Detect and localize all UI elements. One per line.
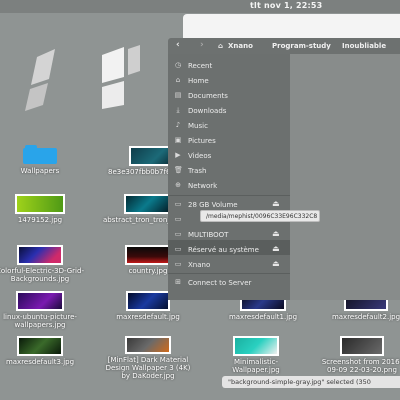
file-manager: ‹ › ⌂ Xnano Program-study Inoubliable ◷ … bbox=[168, 38, 400, 300]
document-icon: ▤ bbox=[174, 91, 182, 99]
server-icon: ⊞ bbox=[175, 278, 181, 286]
file-label: Screenshot from 2016-09-09 22-03-20.png bbox=[321, 358, 400, 374]
file-label: linux-ubuntu-picture-wallpapers.jpg bbox=[3, 313, 77, 329]
path-segment[interactable]: Program-study bbox=[272, 42, 331, 50]
thumbnail bbox=[16, 291, 64, 311]
sidebar-item-music[interactable]: ♪ Music bbox=[168, 118, 290, 133]
path-tooltip: /media/mephist/0096C33E96C332C8 bbox=[200, 210, 320, 222]
file-label: maxresdefault.jpg bbox=[116, 313, 180, 321]
sidebar-item-label: Downloads bbox=[188, 107, 227, 115]
sidebar-item-trash[interactable]: 🗑 Trash bbox=[168, 163, 290, 178]
path-segment[interactable]: Xnano bbox=[228, 42, 253, 50]
back-button[interactable]: ‹ bbox=[176, 40, 180, 50]
sidebar-separator bbox=[168, 273, 290, 274]
file-item[interactable]: maxresdefault3.jpg bbox=[0, 336, 84, 366]
clock[interactable]: tlt nov 1, 22:53 bbox=[250, 1, 322, 10]
sidebar-item-label: Home bbox=[188, 77, 209, 85]
sidebar-item-videos[interactable]: ▶ Videos bbox=[168, 148, 290, 163]
drive-icon: ▭ bbox=[174, 260, 182, 268]
sidebar-item-label: Videos bbox=[188, 152, 212, 160]
sidebar-item-multiboot[interactable]: ▭ MULTIBOOT ⏏ bbox=[168, 227, 290, 242]
sidebar-item-label: Pictures bbox=[188, 137, 216, 145]
file-label: maxresdefault3.jpg bbox=[5, 358, 75, 366]
sidebar-separator bbox=[168, 195, 290, 196]
status-bar: "background-simple-gray.jpg" selected (3… bbox=[222, 376, 400, 388]
eject-icon[interactable]: ⏏ bbox=[272, 244, 280, 253]
sidebar-item-label: 28 GB Volume bbox=[188, 201, 238, 209]
thumbnail bbox=[340, 336, 384, 356]
sidebar-item-downloads[interactable]: ⤓ Downloads bbox=[168, 103, 290, 118]
file-label: Minimalistic-Wallpaper.jpg bbox=[232, 358, 280, 374]
sidebar-item-connect-server[interactable]: ⊞ Connect to Server bbox=[168, 275, 290, 290]
sidebar-item-label: Documents bbox=[188, 92, 228, 100]
sidebar-item-label: MULTIBOOT bbox=[188, 231, 229, 239]
eject-icon[interactable]: ⏏ bbox=[272, 199, 280, 208]
path-segment[interactable]: Inoubliable bbox=[342, 42, 386, 50]
file-item[interactable]: [MinFlat] Dark Material Design Wallpaper… bbox=[104, 336, 192, 380]
sidebar-item-xnano[interactable]: ▭ Xnano ⏏ bbox=[168, 257, 290, 272]
drive-icon: ▭ bbox=[174, 245, 182, 253]
file-item[interactable]: Screenshot from 2016-09-09 22-03-20.png bbox=[318, 336, 400, 374]
picture-icon: ▣ bbox=[174, 136, 182, 144]
folder-item[interactable]: Wallpapers bbox=[0, 145, 84, 175]
eject-icon[interactable]: ⏏ bbox=[272, 259, 280, 268]
sidebar-item-pictures[interactable]: ▣ Pictures bbox=[168, 133, 290, 148]
file-label: maxresdefault1.jpg bbox=[228, 313, 298, 321]
eject-icon[interactable]: ⏏ bbox=[272, 229, 280, 238]
network-icon: ⊕ bbox=[175, 181, 181, 189]
sidebar-item-label: Network bbox=[188, 182, 218, 190]
thumbnail bbox=[125, 245, 171, 265]
file-label: Colorful-Electric-3D-Grid-Backgrounds.jp… bbox=[0, 267, 84, 283]
thumbnail bbox=[17, 336, 63, 356]
home-icon: ⌂ bbox=[175, 76, 181, 84]
sidebar-item-label: Connect to Server bbox=[188, 279, 252, 287]
download-icon: ⤓ bbox=[176, 106, 180, 114]
sidebar-item-home[interactable]: ⌂ Home bbox=[168, 73, 290, 88]
sidebar-item-reserve-systeme[interactable]: ▭ Réservé au système ⏏ bbox=[168, 242, 290, 257]
sidebar-item-network[interactable]: ⊕ Network bbox=[168, 178, 290, 193]
sidebar-item-label: Trash bbox=[188, 167, 207, 175]
thumbnail bbox=[15, 194, 65, 214]
sidebar-item-recent[interactable]: ◷ Recent bbox=[168, 58, 290, 73]
file-label: 1479152.jpg bbox=[17, 216, 63, 224]
content-pane[interactable] bbox=[290, 54, 400, 300]
file-item[interactable]: Colorful-Electric-3D-Grid-Backgrounds.jp… bbox=[0, 245, 84, 283]
file-item[interactable]: 1479152.jpg bbox=[0, 194, 84, 224]
sidebar-item-documents[interactable]: ▤ Documents bbox=[168, 88, 290, 103]
sidebar-item-label: Music bbox=[188, 122, 208, 130]
thumbnail bbox=[126, 291, 170, 311]
logo-icon bbox=[25, 49, 55, 111]
drive-icon: ▭ bbox=[174, 215, 182, 223]
trash-icon: 🗑 bbox=[174, 166, 183, 174]
path-bar: ‹ › ⌂ Xnano Program-study Inoubliable bbox=[168, 38, 400, 54]
sidebar-item-label: Recent bbox=[188, 62, 213, 70]
thumbnail bbox=[125, 336, 171, 354]
music-icon: ♪ bbox=[175, 121, 181, 129]
file-label: [MinFlat] Dark Material Design Wallpaper… bbox=[105, 356, 191, 380]
file-item[interactable]: Minimalistic-Wallpaper.jpg bbox=[212, 336, 300, 374]
video-icon: ▶ bbox=[175, 151, 181, 159]
thumbnail bbox=[124, 194, 170, 214]
logo-icon bbox=[102, 45, 140, 109]
file-item[interactable]: linux-ubuntu-picture-wallpapers.jpg bbox=[0, 291, 84, 329]
folder-icon bbox=[23, 145, 57, 164]
home-icon[interactable]: ⌂ bbox=[218, 42, 223, 50]
file-label: maxresdefault2.jpg bbox=[331, 313, 400, 321]
clock-icon: ◷ bbox=[174, 61, 182, 69]
sidebar: ◷ Recent ⌂ Home ▤ Documents ⤓ Downloads … bbox=[168, 54, 290, 300]
top-bar: tlt nov 1, 22:53 bbox=[0, 0, 400, 13]
sidebar-item-label: Xnano bbox=[188, 261, 211, 269]
thumbnail bbox=[233, 336, 279, 356]
drive-icon: ▭ bbox=[174, 230, 182, 238]
forward-button[interactable]: › bbox=[200, 40, 204, 50]
thumbnail bbox=[17, 245, 63, 265]
file-label: Wallpapers bbox=[20, 167, 60, 175]
sidebar-item-label: Réservé au système bbox=[188, 246, 259, 254]
drive-icon: ▭ bbox=[174, 200, 182, 208]
